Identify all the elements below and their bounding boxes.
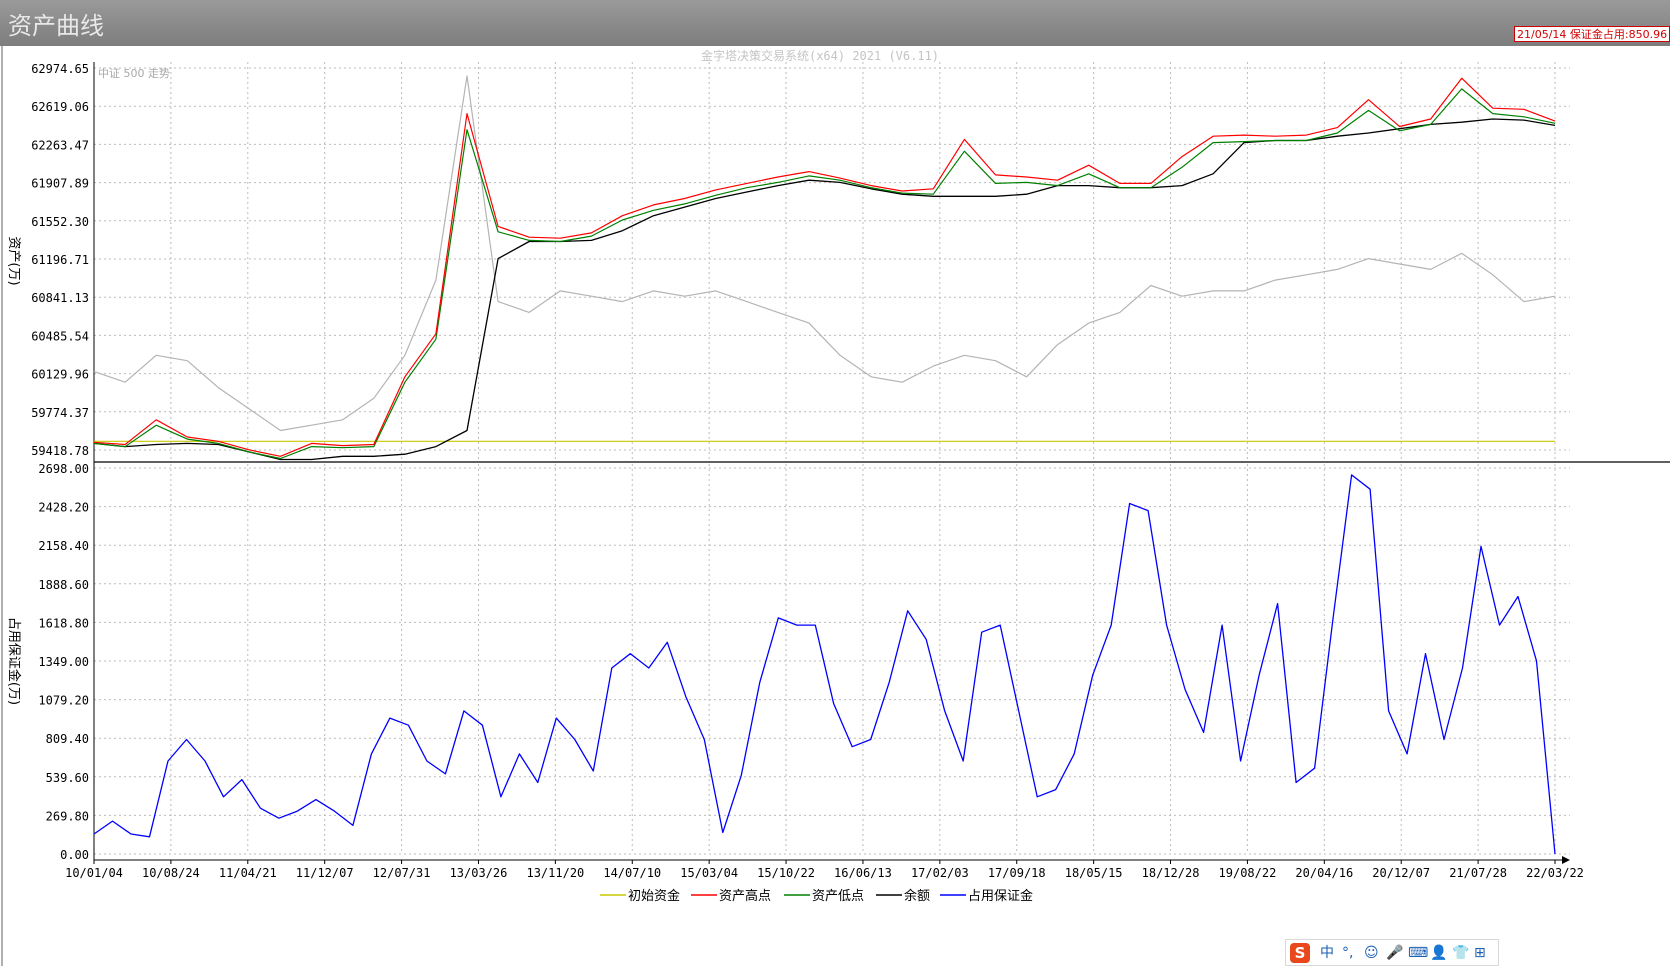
margin-ytick-label: 2428.20 [38,501,89,515]
x-tick-label: 10/08/24 [142,866,200,880]
margin-ytick-label: 809.40 [46,732,89,746]
asset-ytick-label: 60129.96 [31,368,89,382]
margin-ytick-label: 1349.00 [38,655,89,669]
asset-ytick-label: 61196.71 [31,253,89,267]
margin-ytick-label: 2698.00 [38,462,89,476]
asset-ytick-label: 62974.65 [31,62,89,76]
margin-ytick-label: 539.60 [46,771,89,785]
x-tick-label: 21/07/28 [1449,866,1507,880]
x-tick-label: 10/01/04 [65,866,123,880]
legend-label: 余额 [904,888,930,904]
asset-curve-chart: 62974.65 62619.06 62263.47 61907.89 61552.30… [0,46,1670,966]
margin-ytick-label: 269.80 [46,809,89,823]
asset-ytick-label: 60485.54 [31,329,89,343]
x-tick-label: 15/03/04 [680,866,738,880]
asset-ytick-label: 61552.30 [31,215,89,229]
margin-ytick-label: 0.00 [60,848,89,862]
index-label: 中证 500 走势 [98,67,170,80]
ime-tool-1-icon[interactable]: °, [1342,944,1353,962]
asset-ytick-label: 61907.89 [31,177,89,191]
x-tick-label: 12/07/31 [373,866,431,880]
x-tick-label: 13/11/20 [526,866,584,880]
asset-ytick-label: 62263.47 [31,138,89,152]
x-tick-label: 18/05/15 [1065,866,1123,880]
window-titlebar: 资产曲线 [0,0,1670,47]
ime-toolbar[interactable]: S 中 °, ☺ 🎤 ⌨ 👤 👕 ⊞ [1285,939,1499,966]
legend-label: 初始资金 [628,888,680,904]
margin-ytick-label: 1618.80 [38,616,89,630]
window-title: 资产曲线 [8,12,104,40]
x-tick-label: 17/02/03 [911,866,969,880]
asset-ytick-label: 62619.06 [31,100,89,114]
ime-tool-5-icon[interactable]: 👤 [1430,944,1447,962]
asset-ytick-label: 59774.37 [31,406,89,420]
ime-tool-0-icon[interactable]: 中 [1320,944,1334,962]
legend-label: 资产高点 [719,888,771,904]
x-tick-label: 20/12/07 [1372,866,1430,880]
x-tick-label: 22/03/22 [1526,866,1584,880]
chart-legend: 初始资金 资产高点 资产低点 余额 占用保证金 [600,888,1033,904]
x-tick-label: 13/03/26 [450,866,508,880]
x-tick-label: 19/08/22 [1219,866,1277,880]
status-readout: 21/05/14 保证金占用:850.96 [1514,26,1670,42]
asset-ytick-label: 60841.13 [31,291,89,305]
ime-tool-6-icon[interactable]: 👕 [1452,944,1469,962]
legend-label: 资产低点 [812,889,864,904]
margin-ylabel: 占用保证金(万) [6,617,22,705]
ime-tool-2-icon[interactable]: ☺ [1364,944,1379,962]
x-tick-label: 20/04/16 [1295,866,1353,880]
legend-label: 占用保证金 [968,888,1033,904]
ime-logo-icon[interactable]: S [1290,943,1310,963]
margin-ytick-label: 2158.40 [38,539,89,553]
x-tick-label: 14/07/10 [603,866,661,880]
x-tick-label: 16/06/13 [834,866,892,880]
x-tick-label: 11/12/07 [296,866,354,880]
ime-tool-3-icon[interactable]: 🎤 [1386,944,1403,962]
ime-tool-4-icon[interactable]: ⌨ [1408,944,1428,962]
x-tick-label: 18/12/28 [1142,866,1200,880]
asset-ytick-label: 59418.78 [31,444,89,458]
margin-ytick-label: 1888.60 [38,578,89,592]
chart-background [0,46,1670,966]
watermark-text: 金字塔决策交易系统(x64) 2021 (V6.11) [701,48,939,63]
x-tick-label: 15/10/22 [757,866,815,880]
x-tick-label: 17/09/18 [988,866,1046,880]
asset-ylabel: 资产(万) [6,236,21,285]
x-tick-label: 11/04/21 [219,866,277,880]
margin-ytick-label: 1079.20 [38,694,89,708]
ime-tool-7-icon[interactable]: ⊞ [1474,944,1486,962]
